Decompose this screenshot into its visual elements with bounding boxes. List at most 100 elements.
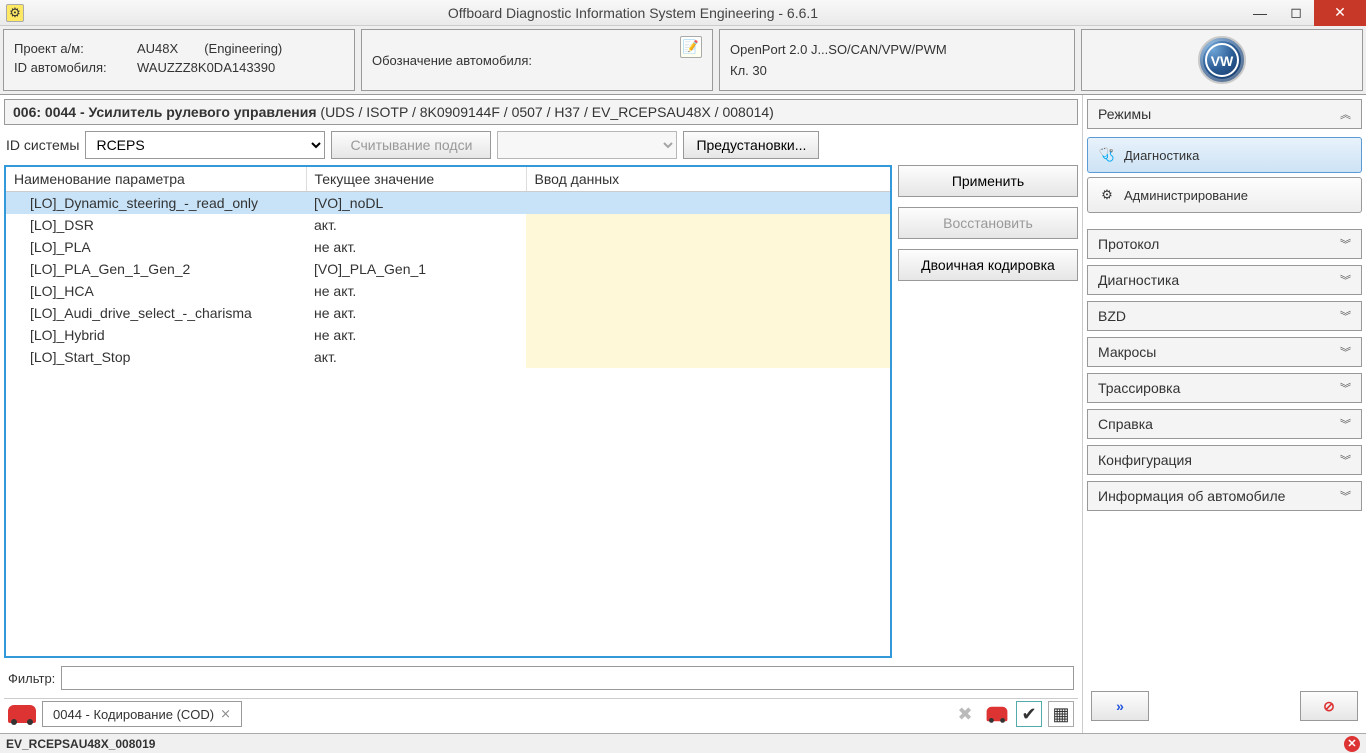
param-input[interactable] — [526, 324, 890, 346]
param-value: не акт. — [306, 324, 526, 346]
mode-administration[interactable]: ⚙ Администрирование — [1087, 177, 1362, 213]
chevron-down-icon: ︾ — [1340, 308, 1351, 324]
filter-input[interactable] — [61, 666, 1074, 690]
presets-button[interactable]: Предустановки... — [683, 131, 819, 159]
section-трассировка[interactable]: Трассировка︾ — [1087, 373, 1362, 403]
minimize-button[interactable]: — — [1242, 0, 1278, 26]
controls-row: ID системы RCEPS Считывание подси Предус… — [4, 131, 1078, 159]
interface-line1: OpenPort 2.0 J...SO/CAN/VPW/PWM — [730, 42, 1064, 57]
vw-logo-icon: VW — [1198, 36, 1246, 84]
section-диагностика[interactable]: Диагностика︾ — [1087, 265, 1362, 295]
table-row[interactable]: [LO]_PLAне акт. — [6, 236, 890, 258]
gear-icon: ⚙ — [1098, 186, 1116, 204]
accordion: Режимы ︽ 🩺 Диагностика ⚙ Администрирован… — [1087, 99, 1362, 683]
section-протокол[interactable]: Протокол︾ — [1087, 229, 1362, 259]
table-row[interactable]: [LO]_Start_Stopакт. — [6, 346, 890, 368]
system-id-label: ID системы — [6, 137, 79, 153]
maximize-button[interactable]: ◻ — [1278, 0, 1314, 26]
toolbar-icons: ✖ ✔ ▦ — [952, 701, 1074, 727]
cancel-button[interactable]: ⊘ — [1300, 691, 1358, 721]
project-role: (Engineering) — [204, 41, 282, 56]
header-row: Проект а/м: AU48X (Engineering) ID автом… — [0, 26, 1366, 95]
param-name: [LO]_PLA — [6, 236, 306, 258]
chevron-down-icon: ︾ — [1340, 380, 1351, 396]
restore-button[interactable]: Восстановить — [898, 207, 1078, 239]
parameters-table: Наименование параметра Текущее значение … — [6, 167, 890, 368]
param-value: не акт. — [306, 236, 526, 258]
vehicle-id-value: WAUZZZ8K0DA143390 — [137, 60, 275, 75]
apply-button[interactable]: Применить — [898, 165, 1078, 197]
preset-select[interactable] — [497, 131, 677, 159]
interface-line2: Кл. 30 — [730, 63, 1064, 78]
section-справка[interactable]: Справка︾ — [1087, 409, 1362, 439]
filter-row: Фильтр: — [4, 658, 1078, 698]
interface-panel: OpenPort 2.0 J...SO/CAN/VPW/PWM Кл. 30 — [719, 29, 1075, 91]
read-subsystem-button[interactable]: Считывание подси — [331, 131, 491, 159]
param-name: [LO]_Audi_drive_select_-_charisma — [6, 302, 306, 324]
main: 006: 0044 - Усилитель рулевого управлени… — [0, 95, 1366, 733]
param-name: [LO]_PLA_Gen_1_Gen_2 — [6, 258, 306, 280]
table-row[interactable]: [LO]_HCAне акт. — [6, 280, 890, 302]
calendar-check-icon[interactable]: ✔ — [1016, 701, 1042, 727]
section-информация-об-автомобиле[interactable]: Информация об автомобиле︾ — [1087, 481, 1362, 511]
param-value: не акт. — [306, 302, 526, 324]
table-row[interactable]: [LO]_PLA_Gen_1_Gen_2[VO]_PLA_Gen_1 — [6, 258, 890, 280]
right-bottom-buttons: » ⊘ — [1087, 683, 1362, 729]
side-buttons: Применить Восстановить Двоичная кодировк… — [898, 165, 1078, 658]
parameters-table-wrap: Наименование параметра Текущее значение … — [4, 165, 892, 658]
param-name: [LO]_Hybrid — [6, 324, 306, 346]
tab-coding[interactable]: 0044 - Кодирование (COD) ⨯ — [42, 701, 242, 727]
project-panel: Проект а/м: AU48X (Engineering) ID автом… — [3, 29, 355, 91]
svg-text:VW: VW — [1211, 53, 1234, 69]
close-button[interactable]: ✕ — [1314, 0, 1366, 26]
chevron-down-icon: ︾ — [1340, 344, 1351, 360]
col-name[interactable]: Наименование параметра — [6, 167, 306, 192]
param-value: акт. — [306, 214, 526, 236]
chevron-down-icon: ︾ — [1340, 488, 1351, 504]
modes-header[interactable]: Режимы ︽ — [1087, 99, 1362, 129]
col-input[interactable]: Ввод данных — [526, 167, 890, 192]
section-конфигурация[interactable]: Конфигурация︾ — [1087, 445, 1362, 475]
mode-diagnostics[interactable]: 🩺 Диагностика — [1087, 137, 1362, 173]
project-value: AU48X — [137, 41, 178, 56]
col-current[interactable]: Текущее значение — [306, 167, 526, 192]
table-row[interactable]: [LO]_DSRакт. — [6, 214, 890, 236]
param-input[interactable] — [526, 192, 890, 214]
param-input[interactable] — [526, 302, 890, 324]
modes-body: 🩺 Диагностика ⚙ Администрирование — [1087, 135, 1362, 217]
section-макросы[interactable]: Макросы︾ — [1087, 337, 1362, 367]
project-label: Проект а/м: — [14, 41, 129, 56]
module-bar: 006: 0044 - Усилитель рулевого управлени… — [4, 99, 1078, 125]
param-name: [LO]_HCA — [6, 280, 306, 302]
vehicle-designation-label: Обозначение автомобиля: — [372, 53, 702, 68]
tab-close-icon[interactable]: ⨯ — [220, 706, 231, 722]
car-small-icon[interactable] — [984, 701, 1010, 727]
param-input[interactable] — [526, 214, 890, 236]
param-input[interactable] — [526, 280, 890, 302]
module-line: 006: 0044 - Усилитель рулевого управлени… — [13, 104, 774, 120]
car-icon[interactable] — [8, 705, 36, 723]
table-row[interactable]: [LO]_Hybridне акт. — [6, 324, 890, 346]
system-id-select[interactable]: RCEPS — [85, 131, 325, 159]
notes-icon[interactable]: 📝 — [680, 36, 702, 58]
section-bzd[interactable]: BZD︾ — [1087, 301, 1362, 331]
param-value: не акт. — [306, 280, 526, 302]
window-buttons: — ◻ ✕ — [1242, 0, 1366, 26]
param-input[interactable] — [526, 258, 890, 280]
statusbar: EV_RCEPSAU48X_008019 ✕ — [0, 733, 1366, 753]
chevron-down-icon: ︾ — [1340, 272, 1351, 288]
forward-button[interactable]: » — [1091, 691, 1149, 721]
vehicle-id-label: ID автомобиля: — [14, 60, 129, 75]
param-input[interactable] — [526, 236, 890, 258]
chevron-up-icon: ︽ — [1340, 106, 1351, 122]
param-name: [LO]_Start_Stop — [6, 346, 306, 368]
grid-icon[interactable]: ▦ — [1048, 701, 1074, 727]
binary-coding-button[interactable]: Двоичная кодировка — [898, 249, 1078, 281]
table-row[interactable]: [LO]_Dynamic_steering_-_read_only[VO]_no… — [6, 192, 890, 214]
app-icon: ⚙ — [6, 4, 24, 22]
brand-panel: VW — [1081, 29, 1363, 91]
param-name: [LO]_DSR — [6, 214, 306, 236]
table-row[interactable]: [LO]_Audi_drive_select_-_charismaне акт. — [6, 302, 890, 324]
param-input[interactable] — [526, 346, 890, 368]
titlebar: ⚙ Offboard Diagnostic Information System… — [0, 0, 1366, 26]
